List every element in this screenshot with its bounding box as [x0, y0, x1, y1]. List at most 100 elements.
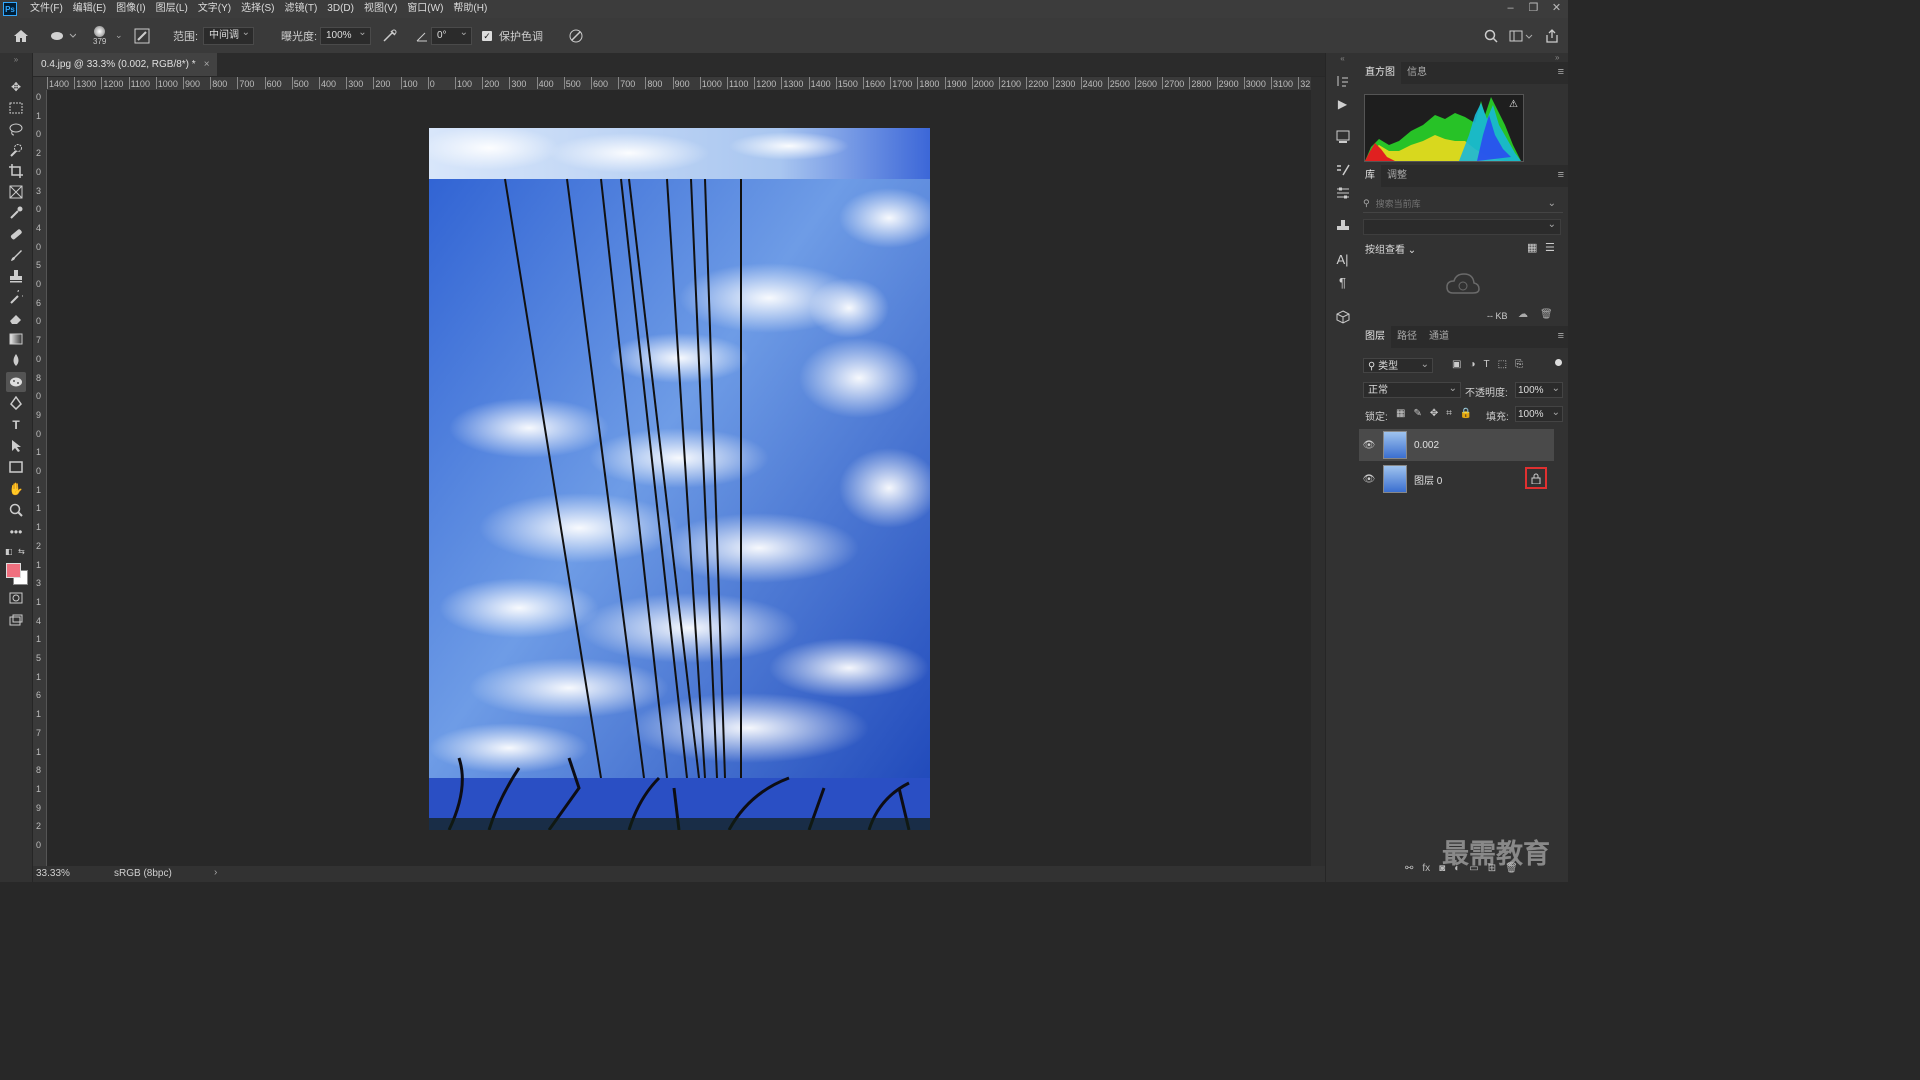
layer-name[interactable]: 图层 0: [1414, 472, 1442, 487]
default-colors-icon[interactable]: ◧: [5, 547, 13, 556]
blur-tool-icon[interactable]: [6, 350, 26, 370]
tab-library[interactable]: 库: [1359, 165, 1381, 187]
layer-filter-kind[interactable]: ⚲ 类型 ⌄: [1363, 358, 1433, 373]
brush-size-picker[interactable]: 379: [93, 18, 106, 53]
history-brush-tool-icon[interactable]: [6, 287, 26, 307]
close-icon[interactable]: ✕: [1545, 0, 1568, 16]
blend-mode-select[interactable]: 正常 ⌄: [1363, 382, 1461, 398]
menu-layer[interactable]: 图层(L): [151, 0, 193, 18]
tab-layers[interactable]: 图层: [1359, 326, 1391, 348]
layer-name[interactable]: 0.002: [1414, 440, 1439, 451]
warning-icon[interactable]: ⚠: [1509, 99, 1521, 110]
restore-icon[interactable]: ❐: [1522, 0, 1545, 16]
clone-stamp-tool-icon[interactable]: [6, 266, 26, 286]
paragraph-panel-icon[interactable]: ¶: [1334, 274, 1351, 291]
pen-tool-icon[interactable]: [6, 393, 26, 413]
trash-icon[interactable]: 🗑: [1540, 309, 1553, 320]
menu-edit[interactable]: 编辑(E): [68, 0, 111, 18]
visibility-eye-icon[interactable]: 👁: [1359, 440, 1379, 451]
brush-settings-panel-icon[interactable]: [1334, 160, 1351, 177]
move-tool-icon[interactable]: ✥: [6, 77, 26, 97]
layer-style-icon[interactable]: fx: [1422, 863, 1430, 874]
filter-toggle-icon[interactable]: [1555, 359, 1562, 366]
library-select[interactable]: ⌄: [1363, 219, 1561, 235]
lock-all-icon[interactable]: 🔒: [1460, 408, 1472, 419]
lock-artboard-icon[interactable]: ⌗: [1446, 408, 1452, 419]
menu-file[interactable]: 文件(F): [25, 0, 68, 18]
workspace-icon[interactable]: [1509, 18, 1533, 53]
horizontal-ruler[interactable]: 1400 1300 1200 1100 1000 900 800 700 600 500 400 30…: [33, 77, 1311, 91]
menu-filter[interactable]: 滤镜(T): [280, 0, 323, 18]
chevron-right-icon[interactable]: ›: [214, 867, 217, 878]
zoom-tool-icon[interactable]: [6, 500, 26, 520]
collapse-panels-icon[interactable]: »: [1555, 53, 1559, 62]
more-tools-icon[interactable]: •••: [6, 522, 26, 542]
filter-adjustment-icon[interactable]: ◑: [1469, 359, 1475, 370]
3d-panel-icon[interactable]: [1334, 308, 1351, 325]
healing-brush-tool-icon[interactable]: [6, 224, 26, 244]
marquee-tool-icon[interactable]: [6, 98, 26, 118]
document-image[interactable]: [429, 128, 930, 830]
character-panel-icon[interactable]: A|: [1334, 251, 1351, 268]
clone-source-panel-icon[interactable]: [1334, 217, 1351, 234]
menu-window[interactable]: 窗口(W): [402, 0, 448, 18]
zoom-level[interactable]: 33.33%: [36, 868, 70, 879]
filter-smart-object-icon[interactable]: ⎘: [1515, 359, 1523, 370]
swap-colors-icon[interactable]: ⇆: [18, 547, 25, 556]
menu-help[interactable]: 帮助(H): [448, 0, 492, 18]
adjustments-panel-icon[interactable]: [1334, 184, 1351, 201]
frame-tool-icon[interactable]: [6, 182, 26, 202]
chevron-down-icon[interactable]: ⌄: [115, 18, 123, 53]
airbrush-icon[interactable]: [382, 18, 398, 53]
document-tab[interactable]: 0.4.jpg @ 33.3% (0.002, RGB/8*) * ×: [33, 53, 217, 76]
tab-adjustments[interactable]: 调整: [1381, 165, 1413, 187]
tab-channels[interactable]: 通道: [1423, 326, 1455, 348]
menu-3d[interactable]: 3D(D): [322, 0, 359, 18]
lock-position-icon[interactable]: ✥: [1430, 408, 1438, 419]
panel-menu-icon[interactable]: ≡: [1558, 66, 1564, 78]
protect-tones-checkbox[interactable]: ✓: [482, 18, 492, 53]
pressure-size-icon[interactable]: [568, 18, 584, 53]
actions-play-icon[interactable]: ▶: [1334, 95, 1351, 112]
menu-type[interactable]: 文字(Y): [193, 0, 236, 18]
layer-row[interactable]: 👁 0.002: [1359, 429, 1554, 461]
search-icon[interactable]: [1484, 18, 1498, 53]
panel-menu-icon[interactable]: ≡: [1558, 330, 1564, 342]
list-view-icon[interactable]: ☰: [1545, 241, 1555, 254]
filter-pixel-icon[interactable]: ▣: [1452, 359, 1461, 370]
filter-type-icon[interactable]: T: [1484, 359, 1490, 370]
vertical-scrollbar[interactable]: [1311, 77, 1325, 866]
lock-transparent-icon[interactable]: ▦: [1396, 408, 1405, 419]
library-search-input[interactable]: [1373, 197, 1548, 210]
lock-image-icon[interactable]: ✎: [1413, 408, 1421, 419]
crop-tool-icon[interactable]: [6, 161, 26, 181]
tab-histogram[interactable]: 直方图: [1359, 62, 1401, 84]
eraser-tool-icon[interactable]: [6, 308, 26, 328]
gradient-tool-icon[interactable]: [6, 329, 26, 349]
menu-image[interactable]: 图像(I): [111, 0, 150, 18]
share-icon[interactable]: [1545, 18, 1559, 53]
menu-view[interactable]: 视图(V): [359, 0, 402, 18]
sponge-tool-preset-icon[interactable]: [50, 18, 76, 53]
link-layers-icon[interactable]: ⚯: [1405, 863, 1413, 874]
cloud-sync-icon[interactable]: ☁: [1518, 309, 1528, 320]
collapse-toolbar-icon[interactable]: »: [6, 55, 26, 64]
opacity-input[interactable]: 100% ⌄: [1515, 382, 1563, 398]
eyedropper-tool-icon[interactable]: [6, 203, 26, 223]
close-tab-icon[interactable]: ×: [204, 59, 210, 70]
fill-input[interactable]: 100% ⌄: [1515, 406, 1563, 422]
type-tool-icon[interactable]: T: [6, 415, 26, 435]
tab-paths[interactable]: 路径: [1391, 326, 1423, 348]
menu-select[interactable]: 选择(S): [236, 0, 279, 18]
tab-info[interactable]: 信息: [1401, 62, 1433, 84]
history-panel-icon[interactable]: [1334, 72, 1351, 89]
vertical-ruler[interactable]: 0 1 0 2 0 3 0 4 0 5 0 6 0 7 0 8 0 9 0 1 0 1 1 1 2 1 3 1 4 1 5 1 6 1 7 1 8 1 9 2…: [33, 90, 47, 866]
path-selection-tool-icon[interactable]: [6, 436, 26, 456]
grid-view-icon[interactable]: ▦: [1527, 241, 1537, 254]
screen-mode-icon[interactable]: [6, 610, 26, 630]
panel-menu-icon[interactable]: ≡: [1558, 169, 1564, 181]
minimize-icon[interactable]: –: [1499, 0, 1522, 16]
group-view-dropdown[interactable]: 按组查看 ⌄: [1365, 241, 1416, 256]
sponge-tool-icon[interactable]: [6, 372, 26, 392]
library-search[interactable]: ⚲ ⌄: [1363, 195, 1563, 213]
